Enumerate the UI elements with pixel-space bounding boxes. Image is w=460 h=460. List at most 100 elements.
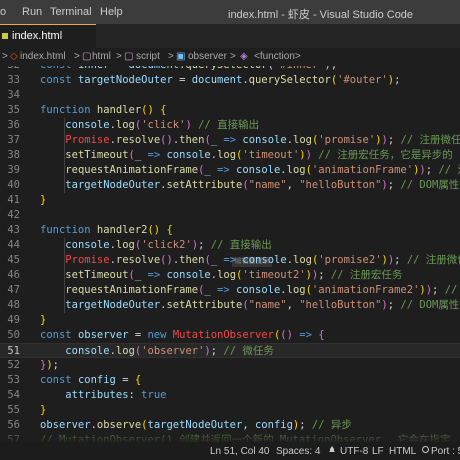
code-token: 'click' (141, 119, 186, 131)
line-number: 50 (7, 329, 20, 341)
code-line[interactable]: 46 setTimeout(_ => console.log('timeout2… (0, 268, 460, 283)
menu-go[interactable]: o (0, 6, 6, 18)
menu-help[interactable]: Help (100, 6, 123, 18)
code-token: function (40, 224, 97, 236)
tag-icon: ▢ (82, 51, 92, 62)
breadcrumb-item-script[interactable]: script (136, 51, 160, 62)
bell-icon[interactable] (328, 446, 336, 454)
tab-index-html[interactable]: index.html (0, 24, 96, 48)
chevron-right-icon: > (168, 51, 174, 62)
code-token: () (280, 329, 293, 341)
breadcrumb-item-index-html[interactable]: index.html (20, 51, 66, 62)
tab-bar: index.html (0, 24, 460, 48)
code-line[interactable]: 38 setTimeout(_ => console.log('timeout'… (0, 148, 460, 163)
code-line[interactable]: 39 requestAnimationFrame(_ => console.lo… (0, 163, 460, 178)
code-token: ; (394, 254, 407, 266)
code-token: 'animationFrame2' (311, 284, 420, 296)
language-mode[interactable]: HTML (389, 446, 416, 457)
code-line[interactable]: 35 function handler() { (0, 103, 460, 118)
code-line[interactable]: 47 requestAnimationFrame(_ => console.lo… (0, 283, 460, 298)
menu-terminal[interactable]: Terminal (50, 6, 92, 18)
code-token: { (318, 329, 325, 341)
code-line[interactable]: 37 Promise.resolve().then(_ => console.l… (0, 133, 460, 148)
code-token: log (115, 119, 135, 131)
line-number: 32 (0, 66, 20, 73)
code-line[interactable]: 44 console.log('click2'); // 直接输出 (0, 238, 460, 253)
code-token: console (242, 254, 287, 266)
line-number: 45 (7, 254, 20, 266)
code-token: } (40, 404, 47, 416)
code-token: 'animationFrame' (311, 164, 414, 176)
code-line[interactable]: 52}); (0, 358, 460, 373)
code-token: () (147, 224, 161, 236)
live-server-port[interactable]: Port : 5 (431, 446, 460, 457)
indentation-setting[interactable]: Spaces: 4 (276, 446, 320, 457)
code-token: requestAnimationFrame (65, 284, 199, 296)
code-token: } (40, 314, 47, 326)
code-line[interactable]: 45 Promise.resolve().then(_ => console.l… (0, 253, 460, 268)
code-token: = (110, 66, 129, 71)
code-line[interactable]: 49} (0, 313, 460, 328)
code-line[interactable]: 41} (0, 193, 460, 208)
breadcrumb-item-function[interactable]: <function> (254, 51, 301, 62)
code-line[interactable]: 42 (0, 208, 460, 223)
code-text: } (40, 403, 46, 418)
code-line[interactable]: 34 (0, 88, 460, 103)
code-token: // 直接输出 (198, 119, 260, 131)
line-number: 49 (7, 314, 20, 326)
breadcrumb-item-observer[interactable]: observer (188, 51, 227, 62)
code-line[interactable]: 32 const inner = document.querySelector('… (0, 66, 460, 73)
encoding[interactable]: UTF-8 (340, 446, 368, 457)
end-of-line[interactable]: LF (372, 446, 384, 457)
code-token: resolve (115, 134, 161, 146)
code-token: => (147, 269, 161, 281)
code-token: ; (318, 269, 331, 281)
code-token: // DOM属性修 (400, 299, 460, 311)
code-token: "name" (248, 299, 287, 311)
code-line[interactable]: 48 targetNodeOuter.setAttribute("name", … (0, 298, 460, 313)
code-line[interactable]: 33 const targetNodeOuter = document.query… (0, 73, 460, 88)
code-token: = (115, 374, 135, 386)
code-token: handler (96, 104, 142, 116)
code-text: console.log('observer'); // 微任务 (40, 344, 274, 359)
code-token: console (242, 134, 287, 146)
line-number: 52 (7, 359, 20, 371)
code-token: inner (78, 66, 110, 71)
code-text: function handler() { (40, 103, 166, 118)
code-token: // 微任务 (223, 345, 274, 357)
code-token: document (129, 66, 180, 71)
html-file-icon (2, 33, 8, 39)
code-token: log (293, 254, 312, 266)
code-line[interactable]: 53 const config = { (0, 373, 460, 388)
code-token: const (40, 66, 78, 71)
breadcrumb-item-html[interactable]: html (92, 51, 111, 62)
code-token: setTimeout (65, 269, 129, 281)
code-line[interactable]: 55} (0, 403, 460, 418)
code-line[interactable]: 43 function handler2() { (0, 223, 460, 238)
cursor-position[interactable]: Ln 51, Col 40 (210, 446, 270, 457)
chevron-right-icon: > (2, 51, 8, 62)
code-line[interactable]: 51 console.log('observer'); // 微任务 (0, 343, 460, 358)
code-editor[interactable]: 编辑器提示 32const inner = document.querySele… (0, 66, 460, 442)
code-token: log (115, 345, 135, 357)
chevron-right-icon: > (116, 51, 122, 62)
menu-run[interactable]: Run (22, 6, 42, 18)
code-line[interactable]: 50 const observer = new MutationObserver(… (0, 328, 460, 343)
code-text: const observer = new MutationObserver(()… (40, 328, 325, 343)
code-token: '#inner' (274, 66, 325, 71)
code-token: console (236, 164, 281, 176)
code-token: querySelector (248, 74, 331, 86)
line-number: 48 (7, 299, 20, 311)
code-line[interactable]: 40 targetNodeOuter.setAttribute("name", … (0, 178, 460, 193)
code-token: } (40, 194, 47, 206)
code-line[interactable]: 54 attributes: true (0, 388, 460, 403)
line-number: 54 (7, 389, 20, 401)
code-token: 'timeout' (242, 149, 300, 161)
code-line[interactable]: 36 console.log('click') // 直接输出 (0, 118, 460, 133)
code-text: console.log('click2'); // 直接输出 (40, 238, 271, 253)
status-bar: Ln 51, Col 40 Spaces: 4 UTF-8 LF HTML Po… (0, 442, 460, 460)
